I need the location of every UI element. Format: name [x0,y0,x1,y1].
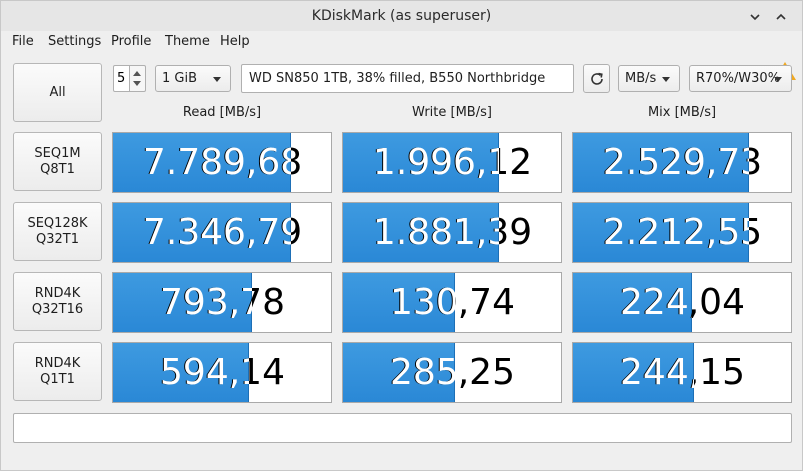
test-button-0[interactable]: SEQ1M Q8T1 [13,132,102,191]
mix-result-value-overlay: 2.529,73 [573,133,749,192]
test-params: Q1T1 [40,371,75,387]
read-result-value-inverse: 7.789,68 [142,142,291,183]
read-result-cell: 7.346,79 7.346,79 [112,202,332,263]
size-select[interactable]: 1 GiB [155,65,231,92]
main-window: KDiskMark (as superuser) File Settings P… [0,0,803,471]
read-result-value-overlay: 793,78 [113,273,252,332]
mix-result-value-overlay: 2.212,55 [573,203,749,262]
mix-result-value-inverse: 224,04 [620,282,692,323]
read-result-value-inverse: 793,78 [160,282,252,323]
stepper-up-icon[interactable] [133,71,141,76]
read-result-value-overlay: 7.789,68 [113,133,291,192]
test-button-2[interactable]: RND4K Q32T16 [13,272,102,331]
read-result-cell: 7.789,68 7.789,68 [112,132,332,193]
window-title: KDiskMark (as superuser) [311,8,492,24]
test-params: Q32T1 [36,231,79,247]
test-button-1[interactable]: SEQ128K Q32T1 [13,202,102,261]
test-name: RND4K [34,285,81,301]
write-result-value-inverse: 1.996,12 [372,142,499,183]
loops-input[interactable]: 5 [113,65,130,92]
write-result-value-overlay: 130,74 [343,273,455,332]
test-button-3[interactable]: RND4K Q1T1 [13,342,102,401]
size-value: 1 GiB [162,71,198,86]
test-name: SEQ1M [34,145,81,161]
mix-result-cell: 224,04224,04 [572,272,792,333]
write-result-cell: 1.881,391.881,39 [342,202,562,263]
mix-result-cell: 2.529,73 2.529,73 [572,132,792,193]
chevron-up-icon [776,13,786,20]
mix-ratio-select[interactable]: R70%/W30% [689,65,792,92]
write-result-cell: 1.996,121.996,12 [342,132,562,193]
read-result-cell: 793,78793,78 [112,272,332,333]
unit-value: MB/s [625,71,657,86]
run-all-button[interactable]: All [13,63,102,122]
chevron-down-icon [774,77,782,82]
stepper-down-icon[interactable] [133,81,141,86]
loops-stepper[interactable] [129,65,146,92]
maximize-button[interactable] [772,8,790,26]
unit-select[interactable]: MB/s [618,65,680,92]
menu-settings[interactable]: Settings [48,34,101,49]
menu-help[interactable]: Help [220,34,250,49]
status-bar [13,413,792,443]
menu-theme[interactable]: Theme [165,34,210,49]
minimize-button[interactable] [746,8,764,26]
write-result-value-overlay: 285,25 [343,343,455,402]
device-select[interactable]: WD SN850 1TB, 38% filled, B550 Northbrid… [241,64,574,93]
refresh-icon [591,72,603,85]
read-column-header: Read [MB/s] [182,105,262,120]
write-column-header: Write [MB/s] [412,105,492,120]
mix-result-cell: 244,15244,15 [572,342,792,403]
menu-profile[interactable]: Profile [111,34,151,49]
read-result-value-inverse: 7.346,79 [142,212,291,253]
read-result-cell: 594,14594,14 [112,342,332,403]
mix-ratio-value: R70%/W30% [696,71,781,86]
mix-result-cell: 2.212,55 2.212,55 [572,202,792,263]
mix-result-value-overlay: 224,04 [573,273,692,332]
mix-result-value-inverse: 244,15 [620,352,694,393]
mix-result-value-inverse: 2.212,55 [602,212,749,253]
menu-bar: File Settings Profile Theme Help [1,31,802,80]
write-result-value-overlay: 1.881,39 [343,203,499,262]
test-name: RND4K [34,355,81,371]
chevron-down-icon [213,77,221,82]
refresh-button[interactable] [583,64,610,93]
write-result-value-overlay: 1.996,12 [343,133,499,192]
chevron-down-icon [750,14,760,21]
mix-result-value-overlay: 244,15 [573,343,694,402]
write-result-value-inverse: 1.881,39 [372,212,499,253]
mix-result-value-inverse: 2.529,73 [602,142,749,183]
write-result-value-inverse: 130,74 [390,282,455,323]
title-bar: KDiskMark (as superuser) [1,1,802,31]
write-result-cell: 285,25285,25 [342,342,562,403]
test-params: Q32T16 [31,301,84,317]
test-params: Q8T1 [40,161,75,177]
write-result-value-inverse: 285,25 [390,352,455,393]
menu-file[interactable]: File [12,34,34,49]
mix-column-header: Mix [MB/s] [647,105,717,120]
read-result-value-overlay: 594,14 [113,343,249,402]
write-result-cell: 130,74130,74 [342,272,562,333]
read-result-value-inverse: 594,14 [160,352,249,393]
chevron-down-icon [662,77,670,82]
test-name: SEQ128K [27,215,88,231]
read-result-value-overlay: 7.346,79 [113,203,291,262]
